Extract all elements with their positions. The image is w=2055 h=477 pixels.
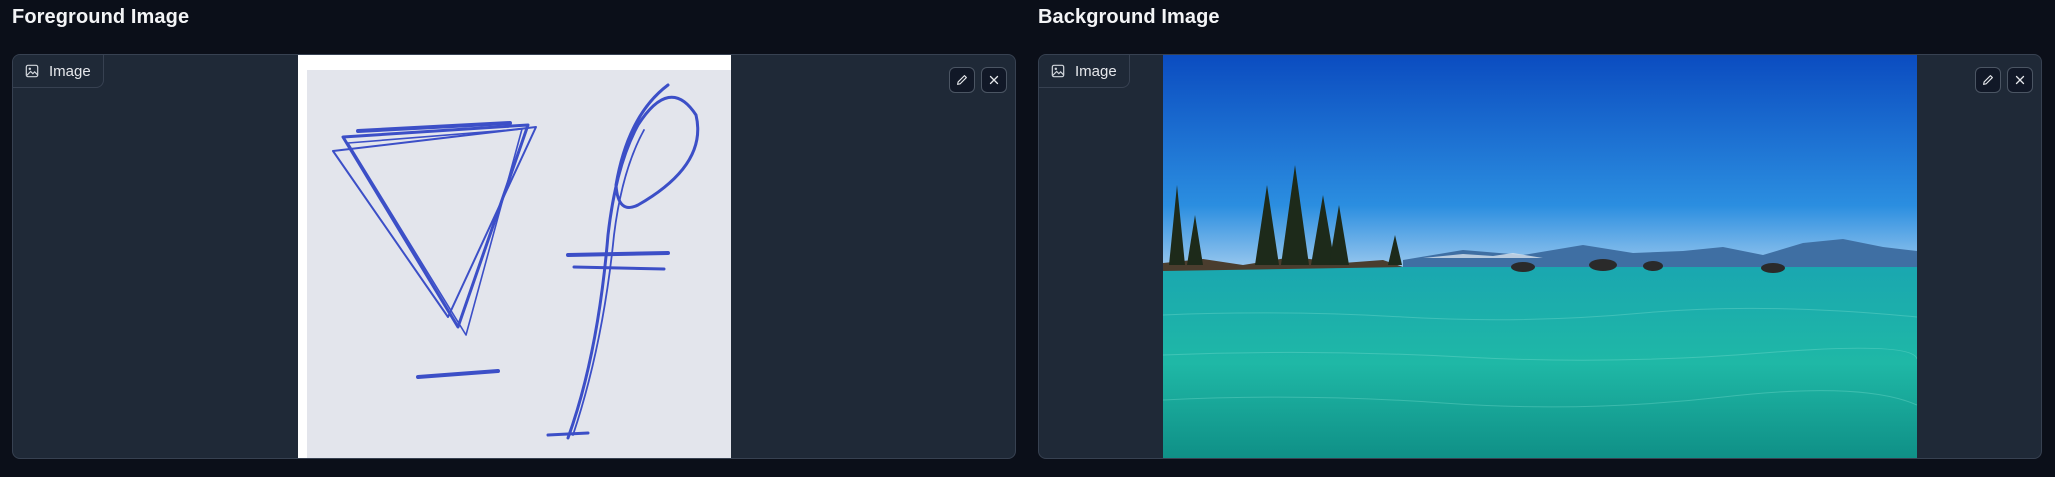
background-image-panel[interactable]: Image	[1038, 54, 2042, 459]
background-title: Background Image	[1038, 6, 1220, 28]
close-icon	[989, 75, 999, 85]
clear-button[interactable]	[981, 67, 1007, 93]
edit-button[interactable]	[949, 67, 975, 93]
image-label-text: Image	[1075, 62, 1117, 80]
image-icon	[1051, 64, 1065, 78]
edit-button[interactable]	[1975, 67, 2001, 93]
image-label-text: Image	[49, 62, 91, 80]
clear-button[interactable]	[2007, 67, 2033, 93]
foreground-image[interactable]	[298, 55, 731, 458]
foreground-image-panel[interactable]: Image	[12, 54, 1016, 459]
background-toolbar	[1975, 67, 2033, 93]
background-image-label: Image	[1039, 55, 1130, 88]
background-image[interactable]	[1163, 55, 1917, 458]
foreground-title: Foreground Image	[12, 6, 190, 28]
foreground-image-label: Image	[13, 55, 104, 88]
foreground-toolbar	[949, 67, 1007, 93]
image-icon	[25, 64, 39, 78]
lake-image	[1163, 55, 1917, 458]
pencil-icon	[1983, 75, 1993, 85]
sketch-image	[298, 55, 731, 458]
close-icon	[2015, 75, 2025, 85]
pencil-icon	[957, 75, 967, 85]
